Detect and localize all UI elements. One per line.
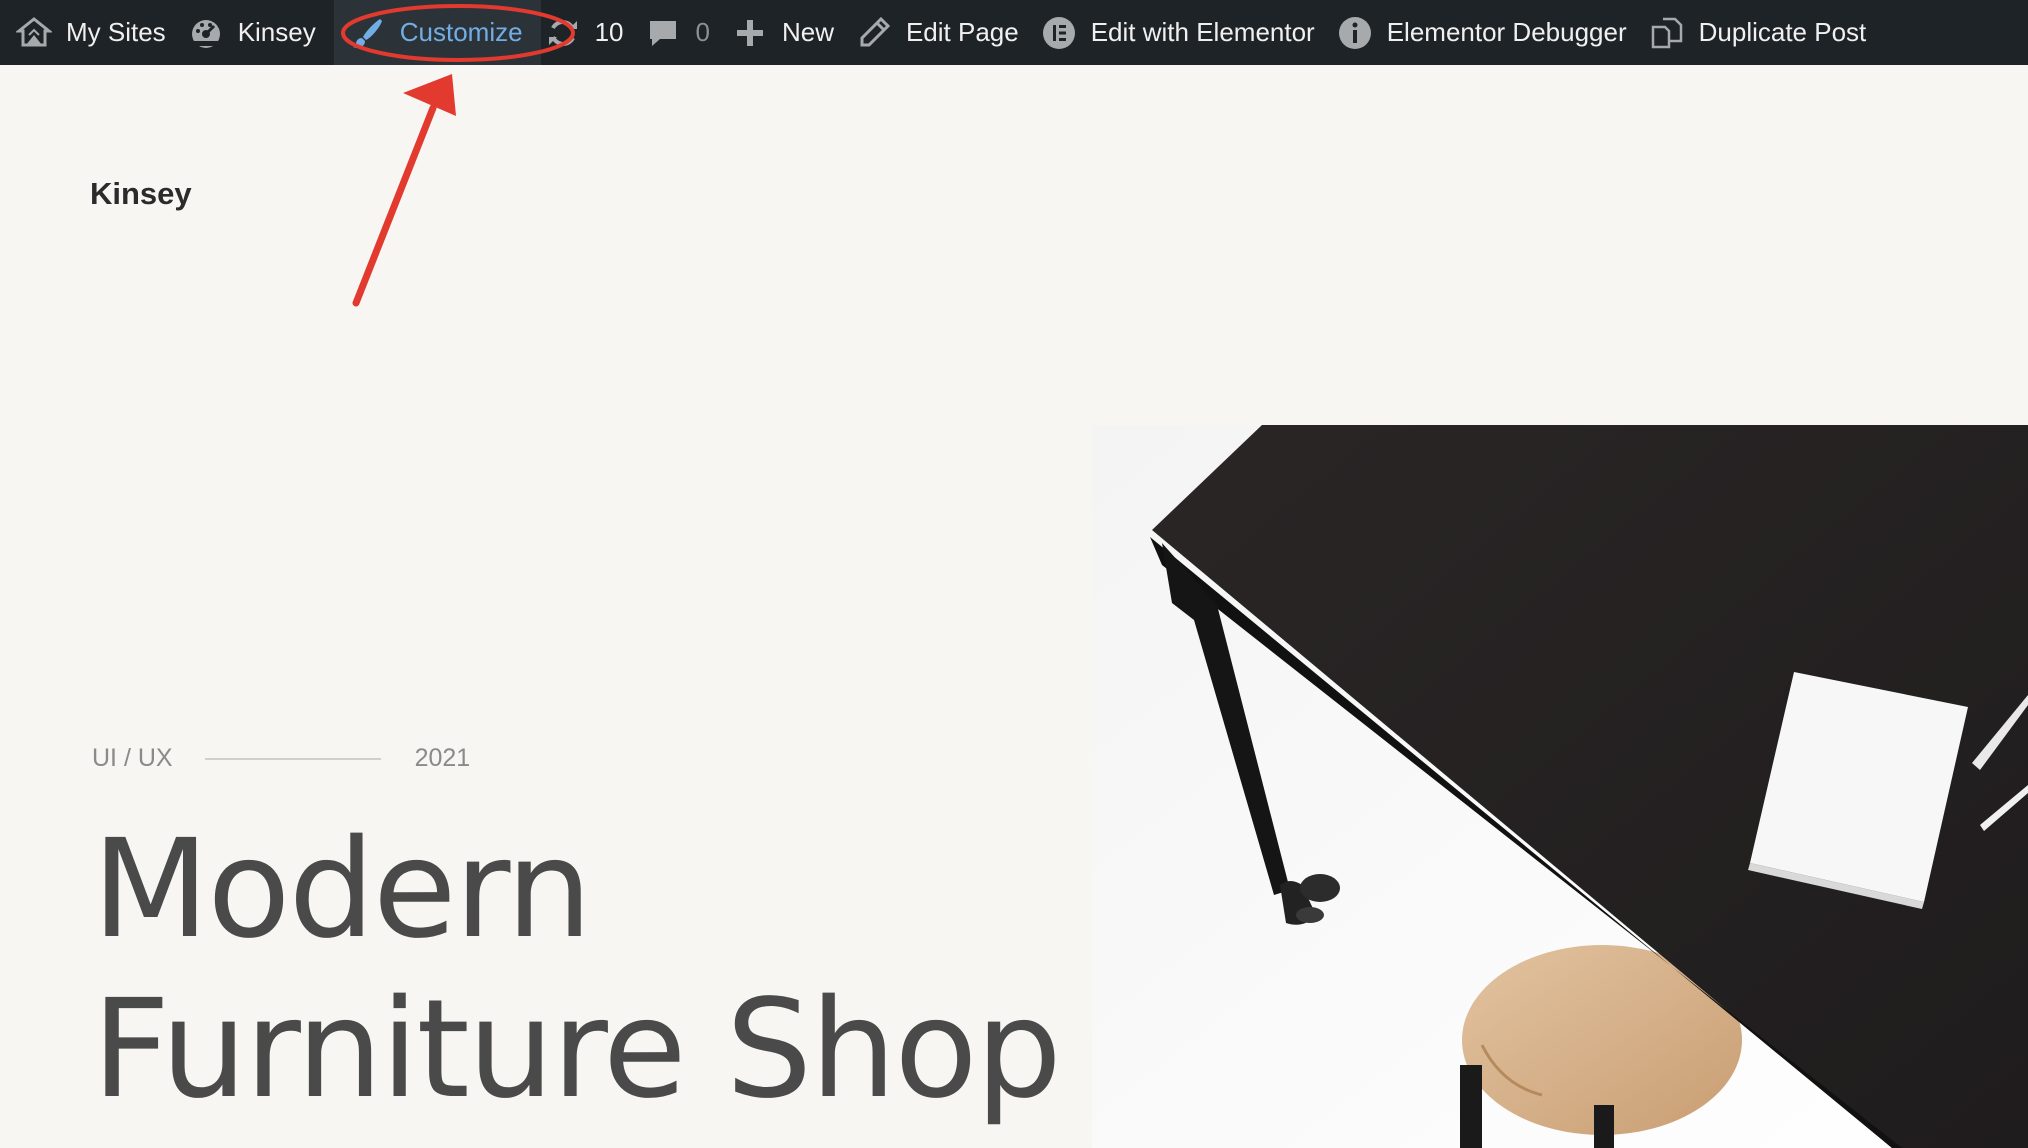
duplicate-post-link[interactable]: Duplicate Post <box>1645 0 1885 65</box>
customize-label: Customize <box>399 17 523 47</box>
updates-link[interactable]: 10 <box>541 0 642 65</box>
paintbrush-icon <box>350 15 386 51</box>
elementor-icon <box>1041 15 1077 51</box>
edit-elementor-link[interactable]: Edit with Elementor <box>1037 0 1333 65</box>
hero-line-2: Furniture Shop <box>92 971 1062 1129</box>
my-sites-menu[interactable]: My Sites <box>12 0 184 65</box>
comment-icon <box>645 15 681 51</box>
edit-page-link[interactable]: Edit Page <box>852 0 1037 65</box>
customize-link[interactable]: Customize <box>333 0 541 65</box>
hero-title: Modern Furniture Shop <box>92 810 1062 1130</box>
edit-elementor-label: Edit with Elementor <box>1090 17 1315 47</box>
duplicate-icon <box>1649 15 1685 51</box>
site-title[interactable]: Kinsey <box>90 176 192 212</box>
annotation-arrow-head <box>403 74 456 116</box>
site-name-label: Kinsey <box>237 17 316 47</box>
annotation-arrow-shaft <box>352 104 437 307</box>
refresh-icon <box>545 15 581 51</box>
hero-line-1: Modern <box>92 811 592 969</box>
project-year: 2021 <box>414 744 471 772</box>
elementor-debugger-link[interactable]: Elementor Debugger <box>1333 0 1645 65</box>
comments-count: 0 <box>695 17 710 47</box>
info-icon <box>1337 15 1373 51</box>
updates-count: 10 <box>594 17 624 47</box>
pencil-icon <box>856 15 892 51</box>
new-label: New <box>781 17 834 47</box>
new-content-menu[interactable]: New <box>728 0 852 65</box>
comments-link[interactable]: 0 <box>641 0 727 65</box>
duplicate-label: Duplicate Post <box>1698 17 1867 47</box>
edit-page-label: Edit Page <box>905 17 1019 47</box>
project-category: UI / UX <box>92 744 173 772</box>
admin-bar: My Sites Kinsey Customize 10 0 New Edit … <box>0 0 2028 65</box>
debugger-label: Elementor Debugger <box>1386 17 1627 47</box>
my-sites-icon <box>16 15 52 51</box>
plus-icon <box>732 15 768 51</box>
dashboard-icon <box>188 15 224 51</box>
my-sites-label: My Sites <box>66 17 166 47</box>
site-name-menu[interactable]: Kinsey <box>184 0 334 65</box>
project-meta: UI / UX 2021 <box>92 744 470 773</box>
hero-image <box>1092 425 2028 1148</box>
meta-divider <box>204 757 381 760</box>
